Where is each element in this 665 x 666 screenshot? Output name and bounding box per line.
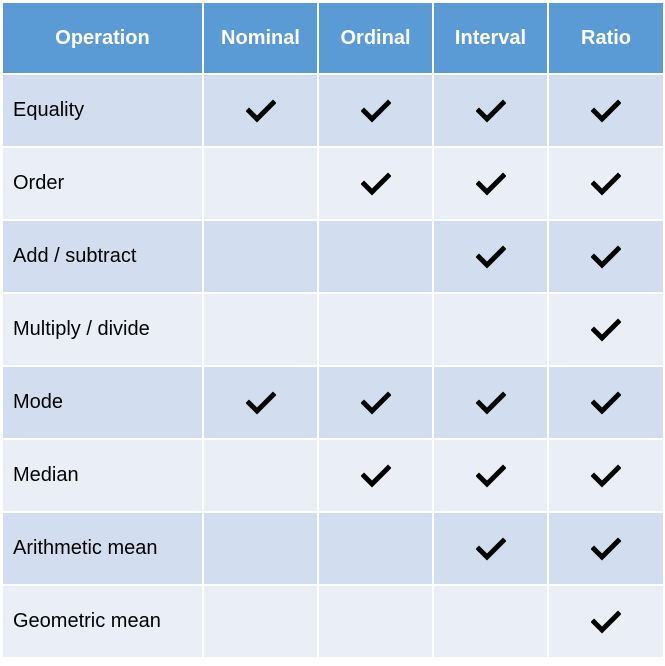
cell-ratio [547, 219, 665, 294]
checkmark-icon [591, 390, 621, 415]
cell-nominal [202, 365, 319, 440]
operation-label: Equality [1, 73, 204, 148]
cell-ordinal [317, 73, 434, 148]
checkmark-icon [475, 390, 506, 415]
checkmark-icon [591, 98, 621, 123]
cell-interval [432, 365, 549, 440]
header-operation: Operation [1, 1, 204, 75]
checkmark-icon [591, 609, 621, 634]
cell-interval [432, 511, 549, 586]
table-row: Add / subtract [1, 219, 665, 294]
cell-ratio [547, 365, 665, 440]
cell-interval [432, 438, 549, 513]
checkmark-icon [591, 171, 621, 196]
cell-interval [432, 146, 549, 221]
cell-ratio [547, 146, 665, 221]
cell-ordinal [317, 146, 434, 221]
table-row: Equality [1, 73, 665, 148]
operation-label: Mode [1, 365, 204, 440]
table-row: Geometric mean [1, 584, 665, 659]
checkmark-icon [245, 390, 276, 415]
cell-ratio [547, 511, 665, 586]
operation-label: Median [1, 438, 204, 513]
operation-label: Add / subtract [1, 219, 204, 294]
cell-ratio [547, 438, 665, 513]
operation-label: Arithmetic mean [1, 511, 204, 586]
cell-nominal [202, 511, 319, 586]
checkmark-icon [591, 244, 621, 269]
cell-ordinal [317, 511, 434, 586]
header-ordinal: Ordinal [317, 1, 434, 75]
cell-nominal [202, 219, 319, 294]
checkmark-icon [475, 171, 506, 196]
cell-interval [432, 584, 549, 659]
checkmark-icon [360, 390, 391, 415]
cell-ratio [547, 292, 665, 367]
operation-label: Geometric mean [1, 584, 204, 659]
checkmark-icon [591, 536, 621, 561]
checkmark-icon [360, 463, 391, 488]
checkmark-icon [475, 463, 506, 488]
measurement-scales-table: Operation Nominal Ordinal Interval Ratio… [1, 1, 665, 659]
table-row: Order [1, 146, 665, 221]
operation-label: Multiply / divide [1, 292, 204, 367]
cell-interval [432, 219, 549, 294]
checkmark-icon [475, 536, 506, 561]
table-row: Median [1, 438, 665, 513]
cell-nominal [202, 438, 319, 513]
cell-ordinal [317, 584, 434, 659]
header-row: Operation Nominal Ordinal Interval Ratio [1, 1, 665, 75]
checkmark-icon [360, 171, 391, 196]
checkmark-icon [591, 317, 621, 342]
cell-nominal [202, 292, 319, 367]
operation-label: Order [1, 146, 204, 221]
cell-ordinal [317, 292, 434, 367]
checkmark-icon [360, 98, 391, 123]
cell-interval [432, 73, 549, 148]
checkmark-icon [475, 98, 506, 123]
cell-ordinal [317, 365, 434, 440]
cell-nominal [202, 584, 319, 659]
cell-ratio [547, 73, 665, 148]
cell-nominal [202, 73, 319, 148]
table-body: Equality Order Add / subtract Multiply / di… [1, 73, 665, 659]
cell-interval [432, 292, 549, 367]
header-ratio: Ratio [547, 1, 665, 75]
header-interval: Interval [432, 1, 549, 75]
cell-nominal [202, 146, 319, 221]
checkmark-icon [591, 463, 621, 488]
table-row: Multiply / divide [1, 292, 665, 367]
checkmark-icon [245, 98, 276, 123]
table-row: Mode [1, 365, 665, 440]
cell-ordinal [317, 219, 434, 294]
cell-ratio [547, 584, 665, 659]
table-row: Arithmetic mean [1, 511, 665, 586]
checkmark-icon [475, 244, 506, 269]
cell-ordinal [317, 438, 434, 513]
header-nominal: Nominal [202, 1, 319, 75]
